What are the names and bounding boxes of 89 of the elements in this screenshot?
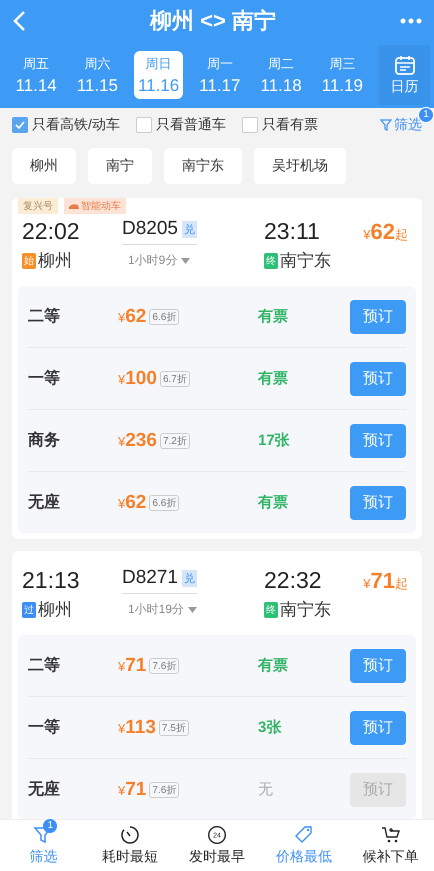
arrive-time: 23:11 [263,218,321,245]
page-title: 柳州 <> 南宁 [150,7,276,35]
train-number: D8205 兑 [122,218,197,245]
calendar-icon [394,54,416,76]
date-tab[interactable]: 周日 11.16 [134,51,183,99]
seat-price: ¥62 [118,492,146,514]
count-badge: 1 [43,819,58,833]
tag-icon [294,825,314,845]
seat-class: 无座 [28,779,61,800]
duration-toggle[interactable]: 1小时9分 [122,252,242,269]
date-tab[interactable]: 周三 11.19 [318,51,366,99]
discount-tag: 7.5折 [158,720,189,736]
date-tab[interactable]: 周二 11.18 [256,51,306,99]
seat-price: ¥236 [118,430,157,452]
station-badge: 过 [22,602,36,618]
station-badge: 终 [264,602,278,618]
station-chip[interactable]: 吴圩机场 [254,148,346,184]
book-button[interactable]: 预订 [350,362,406,396]
station-badge: 终 [264,252,278,268]
depart-time: 22:02 [22,218,81,245]
discount-tag: 6.6折 [149,494,180,510]
train-card[interactable]: 复兴号 智能动车 22:02 D8205 兑 23:11 ¥62起 始 柳州 1小时9分 终 南宁东 二等 ¥62 6.6折 有票 预订 一等 ¥100 6.7折 有票 预订 商务 ¥236 7.2折 17张 预订 无座 ¥62 6.6折 有票 预订 [12,198,422,539]
ticket-status: 有票 [258,307,289,326]
ticket-status: 有票 [258,369,289,388]
seat-price: ¥100 [118,368,157,390]
redeem-badge: 兑 [182,570,197,586]
train-tag: 智能动车 [64,198,126,214]
seat-price: ¥113 [118,716,156,738]
seat-price: ¥71 [118,654,146,676]
book-button[interactable]: 预订 [350,424,406,458]
discount-tag: 6.7折 [160,370,190,386]
ticket-status: 无 [258,780,274,799]
train-tag: 复兴号 [18,198,58,214]
arrive-time: 22:32 [263,567,323,594]
check-icon [15,120,25,130]
filter-icon [380,119,392,131]
bottom-nav-item[interactable]: 候补下单 [347,820,434,871]
more-icon[interactable] [400,18,422,24]
station-badge: 始 [22,252,36,268]
redeem-badge: 兑 [182,220,197,238]
bottom-nav-item[interactable]: 耗时最短 [86,820,174,871]
train-number: D8271 兑 [122,567,197,594]
calendar-button[interactable]: 日历 [379,45,430,105]
caret-icon [188,606,198,612]
discount-tag: 7.2折 [160,432,190,448]
ticket-status: 17张 [258,431,291,450]
filter-checkbox[interactable]: 只看有票 [242,116,318,134]
filter-checkbox[interactable]: 只看高铁/动车 [12,116,120,134]
cart-icon [380,825,401,845]
book-button[interactable]: 预订 [350,486,406,520]
ticket-status: 有票 [258,656,289,675]
back-icon[interactable] [12,10,26,32]
ticket-status: 有票 [258,493,289,512]
station-chip[interactable]: 柳州 [12,148,76,184]
ticket-status: 3张 [258,718,282,737]
destination-station: 南宁东 [280,250,331,272]
seat-class: 商务 [28,430,61,451]
book-button[interactable]: 预订 [350,300,406,334]
duration-toggle[interactable]: 1小时19分 [122,601,242,618]
seat-class: 一等 [28,718,61,738]
discount-tag: 7.6折 [149,782,180,798]
date-tab[interactable]: 周一 11.17 [196,51,244,99]
origin-station: 柳州 [38,250,72,272]
book-button[interactable]: 预订 [350,710,406,744]
discount-tag: 7.6折 [149,658,180,674]
destination-station: 南宁东 [280,599,331,621]
seat-price: ¥62 [118,306,146,328]
price-from: ¥71起 [363,568,408,594]
train-icon [69,203,79,209]
seat-class: 二等 [28,306,61,327]
filter-checkbox[interactable]: 只看普通车 [136,116,226,134]
date-tab[interactable]: 周六 11.15 [73,51,122,99]
station-chip[interactable]: 南宁东 [164,148,242,184]
date-tab[interactable]: 周五 11.14 [12,51,60,99]
caret-icon [181,258,190,264]
bottom-nav-item[interactable]: 1 筛选 [0,820,87,871]
seat-price: ¥71 [118,778,146,800]
timer-icon [120,825,140,845]
bottom-nav-item[interactable]: 价格最低 [260,820,348,871]
price-from: ¥62起 [363,218,408,244]
seat-class: 二等 [28,656,61,676]
discount-tag: 6.6折 [149,308,180,324]
station-chip[interactable]: 南宁 [88,148,152,184]
seat-class: 一等 [28,368,61,389]
train-card[interactable]: 21:13 D8271 兑 22:32 ¥71起 过 柳州 1小时19分 终 南宁东 二等 ¥71 7.6折 有票 预订 一等 ¥113 7.5折 3张 预订 无座 ¥71 7.6折 无 预订 [12,551,422,819]
depart-time: 21:13 [22,567,81,594]
origin-station: 柳州 [38,599,72,621]
book-button[interactable]: 预订 [350,648,406,682]
seat-class: 无座 [28,492,61,513]
